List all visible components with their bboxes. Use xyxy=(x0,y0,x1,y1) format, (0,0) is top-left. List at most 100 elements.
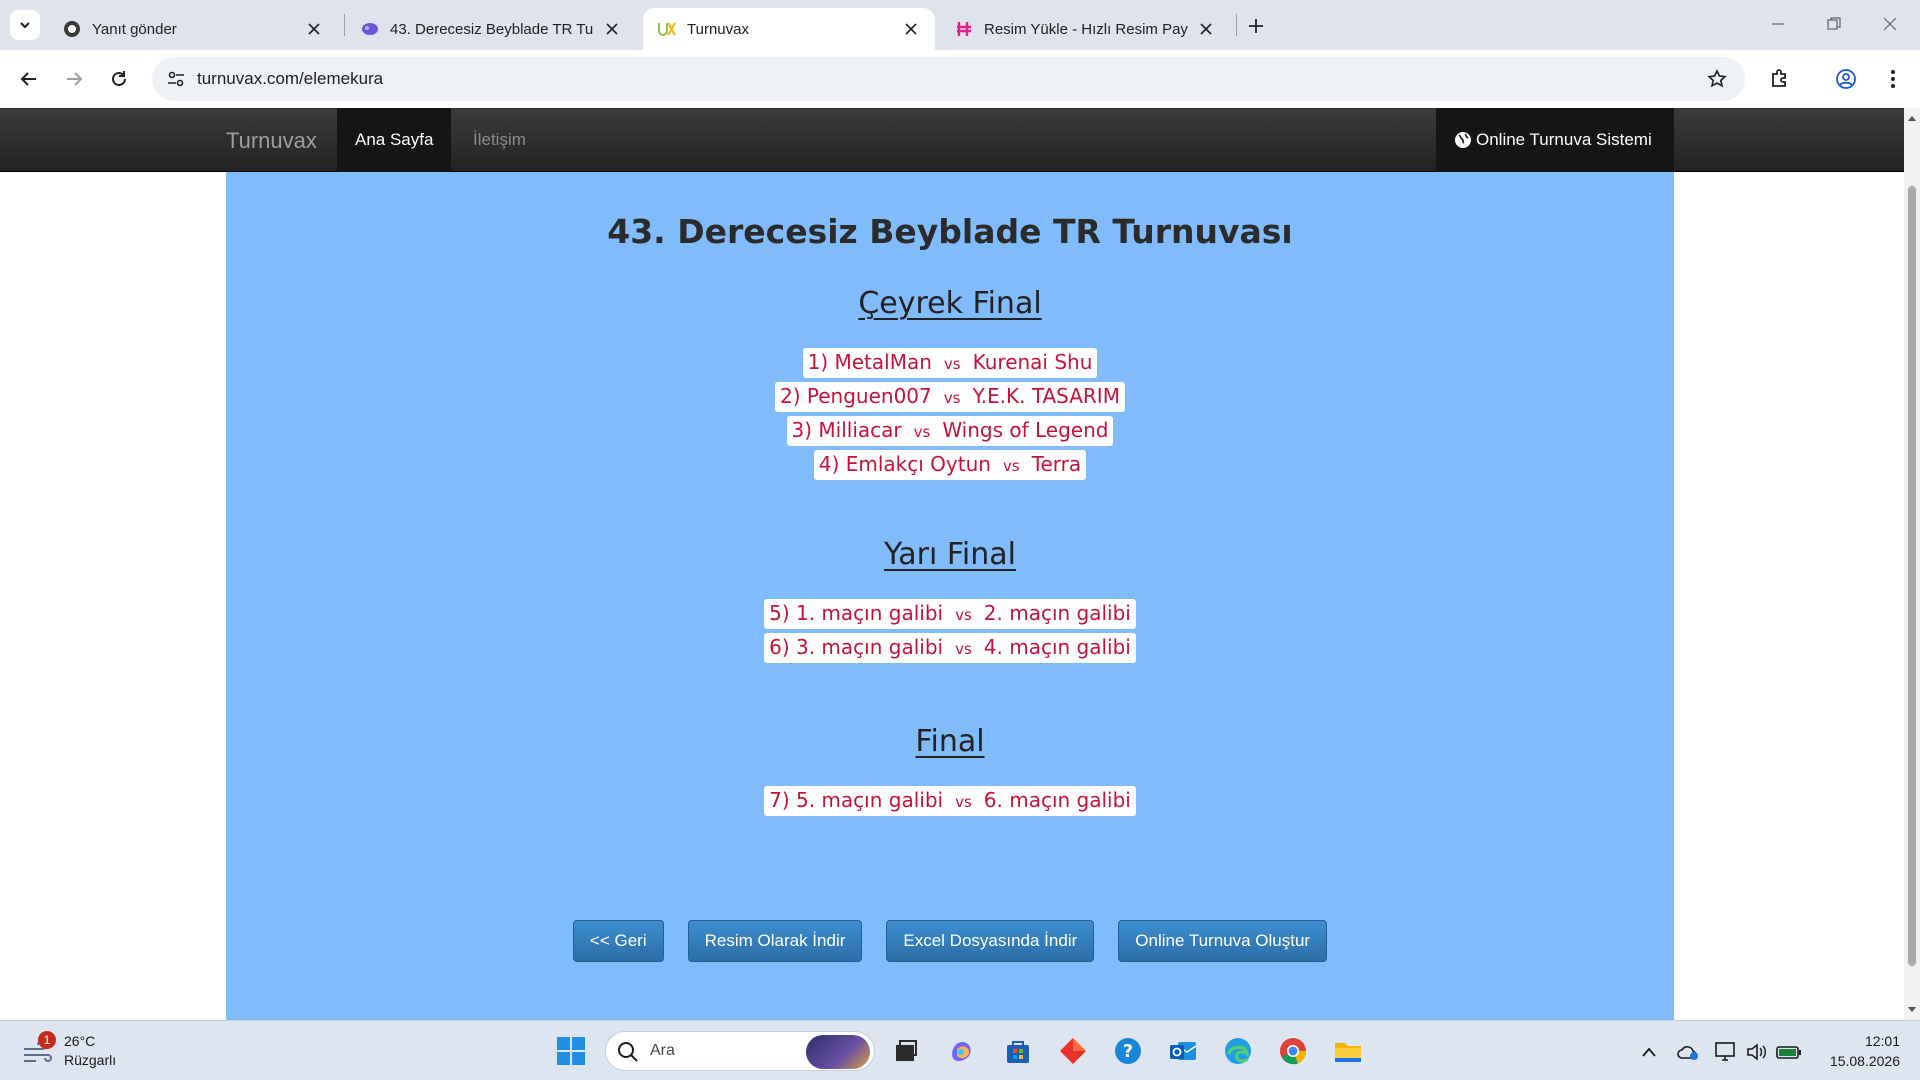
site-brand[interactable]: Turnuvax xyxy=(226,128,317,154)
download-image-button[interactable]: Resim Olarak İndir xyxy=(687,920,863,962)
extensions-button[interactable] xyxy=(1763,62,1797,96)
match-item: 7) 5. maçın galibi vs 6. maçın galibi xyxy=(764,786,1136,816)
restore-button[interactable] xyxy=(1814,10,1854,38)
chevron-up-icon xyxy=(1642,1047,1656,1057)
vs-label: vs xyxy=(943,355,961,373)
copilot-button[interactable] xyxy=(944,1033,980,1069)
match-item: 5) 1. maçın galibi vs 2. maçın galibi xyxy=(764,599,1136,629)
nav-online-label: Online Turnuva Sistemi xyxy=(1476,130,1652,149)
globe-icon xyxy=(1455,132,1471,148)
tab-turnuvax[interactable]: Turnuvax xyxy=(643,8,935,50)
search-placeholder: Ara xyxy=(650,1042,675,1059)
tab-search-button[interactable] xyxy=(10,10,40,40)
download-excel-button[interactable]: Excel Dosyasında İndir xyxy=(886,920,1095,962)
chevron-down-icon xyxy=(20,22,30,29)
match-item: 6) 3. maçın galibi vs 4. maçın galibi xyxy=(764,633,1136,663)
pink-h-favicon xyxy=(954,19,974,39)
action-buttons: << Geri Resim Olarak İndir Excel Dosyası… xyxy=(226,920,1674,962)
close-icon[interactable] xyxy=(304,19,324,39)
player-a: 1) MetalMan xyxy=(807,350,932,374)
menu-button[interactable] xyxy=(1876,62,1910,96)
file-explorer-button[interactable] xyxy=(1330,1033,1366,1069)
system-clock[interactable]: 12:01 15.08.2026 xyxy=(1810,1031,1900,1071)
vs-label: vs xyxy=(913,423,931,441)
bracket-panel: 43. Derecesiz Beyblade TR Turnuvası Çeyr… xyxy=(226,172,1674,1020)
page-scrollbar[interactable] xyxy=(1904,108,1920,1020)
back-link-button[interactable]: << Geri xyxy=(572,920,664,962)
bookmark-star-icon[interactable] xyxy=(1705,67,1729,91)
tab-beyblade[interactable]: 43. Derecesiz Beyblade TR Turnuvası xyxy=(346,8,636,50)
edge-button[interactable] xyxy=(1220,1033,1256,1069)
help-icon: ? xyxy=(1115,1038,1141,1064)
player-a: 4) Emlakçı Oytun xyxy=(818,452,991,476)
round-title-text: Çeyrek Final xyxy=(858,286,1042,321)
match-list: 7) 5. maçın galibi vs 6. maçın galibi xyxy=(226,786,1674,820)
plus-icon xyxy=(1249,19,1263,33)
monitor-network-icon xyxy=(1715,1042,1735,1061)
tab-resim-yukle[interactable]: Resim Yükle - Hızlı Resim Paylaşım xyxy=(940,8,1230,50)
app-red-diamond-button[interactable] xyxy=(1055,1033,1091,1069)
nav-online-tournament[interactable]: Online Turnuva Sistemi xyxy=(1436,108,1674,172)
battery-tray-button[interactable] xyxy=(1776,1039,1802,1065)
nav-home[interactable]: Ana Sayfa xyxy=(337,108,452,172)
player-b: 4. maçın galibi xyxy=(983,635,1131,659)
round-title: Final xyxy=(226,724,1674,759)
show-hidden-icons-button[interactable] xyxy=(1636,1039,1662,1065)
svg-text:?: ? xyxy=(1123,1041,1133,1062)
volume-tray-button[interactable] xyxy=(1744,1039,1770,1065)
round-title: Yarı Final xyxy=(226,537,1674,572)
player-b: 6. maçın galibi xyxy=(983,788,1131,812)
player-b: Wings of Legend xyxy=(942,418,1109,442)
turnuvax-favicon xyxy=(657,19,677,39)
nav-contact[interactable]: İletişim xyxy=(455,108,544,172)
windows-logo-icon xyxy=(557,1037,585,1065)
start-button[interactable] xyxy=(553,1033,589,1069)
edge-icon xyxy=(1225,1038,1251,1064)
notification-badge: 1 xyxy=(38,1031,56,1049)
site-info-icon[interactable] xyxy=(164,67,188,91)
match-list: 1) MetalMan vs Kurenai Shu 2) Penguen007 vs… xyxy=(226,348,1674,484)
chrome-button[interactable] xyxy=(1275,1033,1311,1069)
scroll-down-icon[interactable] xyxy=(1904,1002,1920,1018)
taskbar-search[interactable]: Ara xyxy=(605,1031,875,1071)
task-view-icon xyxy=(896,1040,917,1061)
back-button[interactable] xyxy=(12,62,46,96)
reload-button[interactable] xyxy=(102,62,136,96)
task-view-button[interactable] xyxy=(888,1033,924,1069)
outlook-button[interactable] xyxy=(1165,1033,1201,1069)
cloud-icon xyxy=(1677,1046,1698,1060)
scrollbar-thumb[interactable] xyxy=(1908,186,1916,966)
weather-widget[interactable]: 1 26°C Rüzgarlı xyxy=(22,1031,142,1073)
player-a: 7) 5. maçın galibi xyxy=(769,788,944,812)
purple-blob-favicon xyxy=(360,19,380,39)
forward-button[interactable] xyxy=(57,62,91,96)
player-b: Kurenai Shu xyxy=(972,350,1093,374)
browser-tab-bar: Yanıt gönder 43. Derecesiz Beyblade TR T… xyxy=(0,0,1920,50)
player-b: Terra xyxy=(1031,452,1082,476)
profile-button[interactable] xyxy=(1829,62,1863,96)
store-icon xyxy=(1007,1041,1029,1063)
copilot-icon xyxy=(952,1042,971,1061)
scroll-up-icon[interactable] xyxy=(1904,110,1920,126)
close-icon[interactable] xyxy=(1196,19,1216,39)
new-tab-button[interactable] xyxy=(1242,12,1270,40)
store-button[interactable] xyxy=(1000,1033,1036,1069)
minimize-button[interactable] xyxy=(1758,10,1798,38)
arrow-left-icon xyxy=(20,72,36,86)
tab-title: Resim Yükle - Hızlı Resim Paylaşım xyxy=(984,20,1188,38)
address-bar[interactable]: turnuvax.com/elemekura xyxy=(152,57,1745,101)
close-icon[interactable] xyxy=(901,19,921,39)
puzzle-icon xyxy=(1772,69,1786,87)
player-b: Y.E.K. TASARIM xyxy=(972,384,1120,408)
url-text[interactable]: turnuvax.com/elemekura xyxy=(197,69,383,89)
weather-temp: 26°C xyxy=(64,1033,96,1049)
network-tray-button[interactable] xyxy=(1713,1039,1739,1065)
weather-desc: Rüzgarlı xyxy=(64,1052,117,1068)
tab-title: 43. Derecesiz Beyblade TR Turnuvası xyxy=(390,20,594,38)
tab-yanit-gonder[interactable]: Yanıt gönder xyxy=(48,8,338,50)
close-window-button[interactable] xyxy=(1870,10,1910,38)
onedrive-tray-button[interactable] xyxy=(1675,1039,1701,1065)
create-online-tournament-button[interactable]: Online Turnuva Oluştur xyxy=(1118,920,1328,962)
help-button[interactable]: ? xyxy=(1110,1033,1146,1069)
close-icon[interactable] xyxy=(602,19,622,39)
